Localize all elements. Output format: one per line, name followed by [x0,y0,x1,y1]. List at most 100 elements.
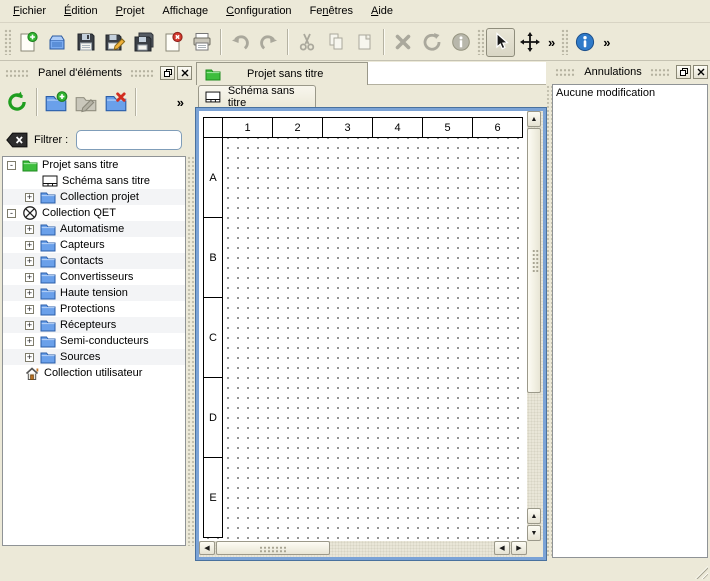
folder-icon [40,221,56,237]
tree-item-haute-tension[interactable]: +Haute tension [3,285,185,301]
panel-toolbar-overflow-button[interactable]: » [173,95,188,110]
filter-input[interactable] [76,130,182,150]
selection-pointer-button[interactable] [486,28,515,57]
vertical-scrollbar[interactable]: ▲ ▲ ▼ [527,111,543,541]
tree-item-contacts[interactable]: +Contacts [3,253,185,269]
undo-list-item[interactable]: Aucune modification [553,85,707,102]
tree-expander[interactable]: + [25,257,34,266]
scroll-up-button[interactable]: ▲ [527,111,541,127]
tree-item-convertisseurs[interactable]: +Convertisseurs [3,269,185,285]
tree-expander[interactable]: + [25,353,34,362]
tree-expander[interactable]: + [25,273,34,282]
scroll-left-button-2[interactable]: ◀ [494,541,510,555]
close-document-button[interactable] [158,28,187,57]
open-button[interactable] [42,28,71,57]
pointer-icon [490,31,512,53]
vertical-scroll-thumb[interactable] [527,128,541,393]
open-icon [46,31,68,53]
move-view-button[interactable] [515,28,544,57]
left-splitter[interactable] [187,156,194,546]
reload-collections-button[interactable] [2,87,32,117]
schema-icon [205,89,221,105]
toolbar-handle[interactable] [4,29,11,55]
undo-panel-titlebar[interactable]: Annulations [552,63,708,81]
tree-item-collection-projet[interactable]: +Collection projet [3,189,185,205]
delete-button[interactable] [388,28,417,57]
save-button[interactable] [71,28,100,57]
horizontal-scrollbar[interactable]: ◀ ◀ ▶ [199,541,527,557]
tree-expander[interactable]: - [7,209,16,218]
tree-expander[interactable]: + [25,305,34,314]
tree-expander[interactable]: + [25,289,34,298]
elements-panel-title: Panel d'éléments [33,67,127,79]
redo-button[interactable] [254,28,283,57]
toolbar-overflow-button[interactable]: » [599,35,614,50]
tree-expander[interactable]: + [25,241,34,250]
cut-button[interactable] [292,28,321,57]
paste-button[interactable] [350,28,379,57]
save-all-button[interactable] [129,28,158,57]
folder-icon [40,189,56,205]
elements-tree[interactable]: -Projet sans titreSchéma sans titre+Coll… [2,156,186,546]
float-icon [163,68,173,78]
horizontal-scroll-thumb[interactable] [216,541,330,555]
menu-fenetres[interactable]: Fenêtres [301,1,362,21]
undo-button[interactable] [225,28,254,57]
toolbar-overflow-button[interactable]: » [544,35,559,50]
tree-item-recepteurs[interactable]: +Récepteurs [3,317,185,333]
tab-project[interactable]: Projet sans titre [196,62,368,85]
print-button[interactable] [187,28,216,57]
corner-header [203,117,223,138]
tree-expander[interactable]: + [25,337,34,346]
menu-aide[interactable]: Aide [362,1,402,21]
edit-category-button[interactable] [71,87,101,117]
save-as-button[interactable] [100,28,129,57]
tree-item-automatisme[interactable]: +Automatisme [3,221,185,237]
tree-item-semi-conducteurs[interactable]: +Semi-conducteurs [3,333,185,349]
float-panel-button[interactable] [676,65,691,79]
tree-item-capteurs[interactable]: +Capteurs [3,237,185,253]
copy-button[interactable] [321,28,350,57]
float-panel-button[interactable] [160,66,175,80]
toolbar-handle[interactable] [477,29,484,55]
tree-expander[interactable]: + [25,193,34,202]
info-blue-icon [574,31,596,53]
new-category-button[interactable] [41,87,71,117]
tree-expander[interactable]: + [25,225,34,234]
folder-icon [40,269,56,285]
tree-expander[interactable]: - [7,161,16,170]
close-panel-button[interactable] [693,65,708,79]
main-toolbar: » » [0,24,710,61]
size-grip[interactable] [695,566,708,579]
tree-item-schema-sans-titre[interactable]: Schéma sans titre [3,173,185,189]
scroll-down-button[interactable]: ▼ [527,525,541,541]
scroll-left-button[interactable]: ◀ [199,541,215,555]
tree-item-collection-utilisateur[interactable]: Collection utilisateur [3,365,185,381]
tree-expander[interactable]: + [25,321,34,330]
clear-filter-icon[interactable] [6,132,28,148]
tab-schema[interactable]: Schéma sans titre [198,85,316,108]
tree-item-projet-sans-titre[interactable]: -Projet sans titre [3,157,185,173]
menu-projet[interactable]: Projet [107,1,154,21]
scroll-up-button-2[interactable]: ▲ [527,508,541,524]
tree-item-sources[interactable]: +Sources [3,349,185,365]
diagram-information-button[interactable] [570,28,599,57]
elements-panel-titlebar[interactable]: Panel d'éléments [2,64,192,82]
delete-category-button[interactable] [101,87,131,117]
close-panel-button[interactable] [177,66,192,80]
tree-item-collection-qet[interactable]: -Collection QET [3,205,185,221]
new-document-button[interactable] [13,28,42,57]
tree-item-protections[interactable]: +Protections [3,301,185,317]
menu-configuration[interactable]: Configuration [217,1,300,21]
information-button[interactable] [446,28,475,57]
folder-icon [40,333,56,349]
undo-list[interactable]: Aucune modification [552,84,708,558]
menu-affichage[interactable]: Affichage [153,1,217,21]
scroll-right-button[interactable]: ▶ [511,541,527,555]
diagram-canvas[interactable]: 123456ABCDE [199,111,527,541]
menu-edition[interactable]: Édition [55,1,107,21]
toolbar-handle[interactable] [561,29,568,55]
rotate-button[interactable] [417,28,446,57]
thumb-grip [532,249,539,273]
menu-fichier[interactable]: Fichier [4,1,55,21]
